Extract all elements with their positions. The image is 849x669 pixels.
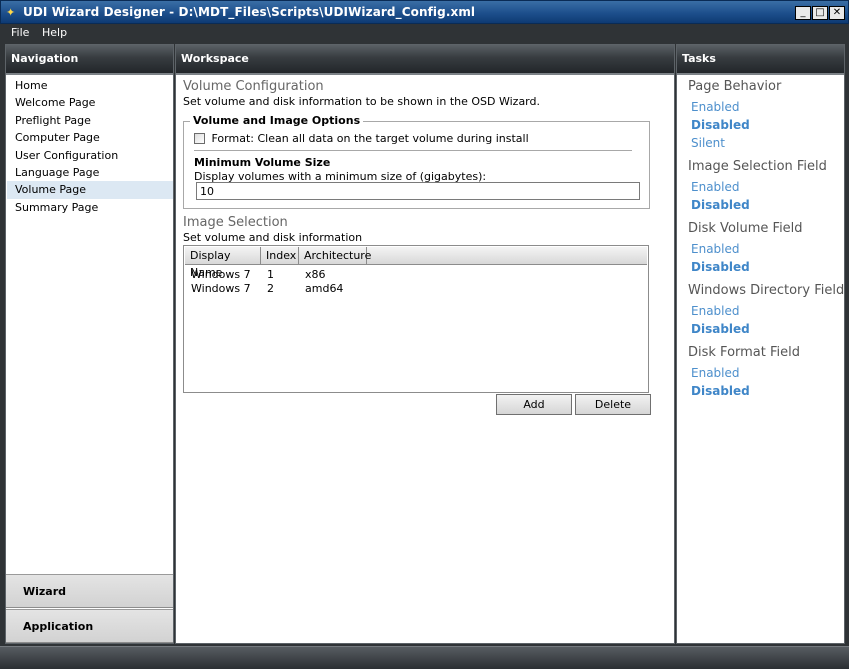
column-display-name[interactable]: Display Name (185, 247, 261, 279)
task-option-disabled[interactable]: Disabled (688, 196, 848, 214)
task-group-page-behavior: Page Behavior Enabled Disabled Silent (688, 79, 848, 152)
volume-config-title: Volume Configuration (183, 79, 324, 94)
nav-item-computer-page[interactable]: Computer Page (7, 129, 173, 146)
tasks-content: Page Behavior Enabled Disabled Silent Im… (688, 79, 848, 407)
group-divider (194, 150, 632, 151)
close-button[interactable]: ✕ (829, 6, 845, 20)
min-volume-input[interactable] (196, 182, 640, 200)
nav-item-user-configuration[interactable]: User Configuration (7, 147, 173, 164)
cell-index: 1 (267, 268, 274, 281)
cell-display-name: Windows 7 (191, 268, 251, 281)
task-group-title: Windows Directory Field (688, 283, 845, 298)
task-option-disabled[interactable]: Disabled (688, 320, 848, 338)
nav-item-welcome-page[interactable]: Welcome Page (7, 94, 173, 111)
task-option-disabled[interactable]: Disabled (688, 116, 848, 134)
cell-architecture: amd64 (305, 282, 344, 295)
nav-item-summary-page[interactable]: Summary Page (7, 199, 173, 216)
cell-architecture: x86 (305, 268, 326, 281)
image-selection-desc: Set volume and disk information (183, 231, 363, 244)
app-wand-icon: ✦ (6, 6, 16, 19)
format-checkbox[interactable] (194, 133, 205, 144)
tasks-panel: Tasks Page Behavior Enabled Disabled Sil… (676, 44, 845, 644)
task-group-title: Disk Format Field (688, 345, 801, 360)
add-button[interactable]: Add (496, 394, 572, 415)
task-group-title: Disk Volume Field (688, 221, 803, 236)
title-bar: ✦ UDI Wizard Designer - D:\MDT_Files\Scr… (0, 0, 849, 24)
navigation-list: Home Welcome Page Preflight Page Compute… (7, 77, 173, 216)
min-volume-title: Minimum Volume Size (194, 156, 331, 169)
task-option-disabled[interactable]: Disabled (688, 382, 848, 400)
workspace-header: Workspace (176, 45, 674, 75)
cell-display-name: Windows 7 (191, 282, 251, 295)
format-checkbox-label[interactable]: Format: Clean all data on the target vol… (212, 132, 529, 145)
task-option-disabled[interactable]: Disabled (688, 258, 848, 276)
menu-bar: File Help (0, 24, 849, 43)
task-option-enabled[interactable]: Enabled (688, 98, 848, 116)
table-row[interactable]: Windows 7 1 x86 (185, 268, 645, 282)
wizard-button[interactable]: Wizard (6, 574, 173, 608)
workspace-content: Volume Configuration Set volume and disk… (183, 77, 663, 415)
volume-config-desc: Set volume and disk information to be sh… (183, 95, 540, 108)
application-button[interactable]: Application (6, 609, 173, 643)
image-list-header: Display Name Index Architecture (185, 247, 647, 279)
window-title: UDI Wizard Designer - D:\MDT_Files\Scrip… (23, 5, 476, 19)
minimize-button[interactable]: _ (795, 6, 811, 20)
nav-item-preflight-page[interactable]: Preflight Page (7, 112, 173, 129)
image-list[interactable]: Display Name Index Architecture Windows … (183, 245, 649, 393)
task-group-title: Page Behavior (688, 79, 782, 94)
column-index[interactable]: Index (261, 247, 299, 265)
task-group-windows-directory-field: Windows Directory Field Enabled Disabled (688, 283, 848, 338)
cell-index: 2 (267, 282, 274, 295)
nav-item-volume-page[interactable]: Volume Page (7, 181, 173, 199)
image-selection-section: Image Selection Set volume and disk info… (183, 213, 362, 244)
volume-image-options-group: Volume and Image Options Format: Clean a… (183, 114, 650, 209)
maximize-button[interactable]: □ (812, 6, 828, 20)
nav-item-language-page[interactable]: Language Page (7, 164, 173, 181)
task-option-enabled[interactable]: Enabled (688, 240, 848, 258)
options-group-legend: Volume and Image Options (190, 114, 364, 127)
navigation-panel: Navigation Home Welcome Page Preflight P… (5, 44, 174, 644)
image-selection-title: Image Selection (183, 215, 288, 230)
task-option-enabled[interactable]: Enabled (688, 302, 848, 320)
task-group-disk-format-field: Disk Format Field Enabled Disabled (688, 345, 848, 400)
task-option-enabled[interactable]: Enabled (688, 364, 848, 382)
column-architecture[interactable]: Architecture (299, 247, 371, 265)
status-bar (0, 646, 849, 669)
navigation-header: Navigation (6, 45, 173, 75)
workspace-panel: Workspace Volume Configuration Set volum… (175, 44, 675, 644)
task-group-title: Image Selection Field (688, 159, 827, 174)
task-group-image-selection-field: Image Selection Field Enabled Disabled (688, 159, 848, 214)
delete-button[interactable]: Delete (575, 394, 651, 415)
menu-help[interactable]: Help (42, 26, 67, 39)
format-checkbox-row[interactable]: Format: Clean all data on the target vol… (194, 132, 529, 145)
task-group-disk-volume-field: Disk Volume Field Enabled Disabled (688, 221, 848, 276)
task-option-silent[interactable]: Silent (688, 134, 848, 152)
nav-item-home[interactable]: Home (7, 77, 173, 94)
menu-file[interactable]: File (11, 26, 29, 39)
tasks-header: Tasks (677, 45, 844, 75)
table-row[interactable]: Windows 7 2 amd64 (185, 282, 645, 296)
task-option-enabled[interactable]: Enabled (688, 178, 848, 196)
